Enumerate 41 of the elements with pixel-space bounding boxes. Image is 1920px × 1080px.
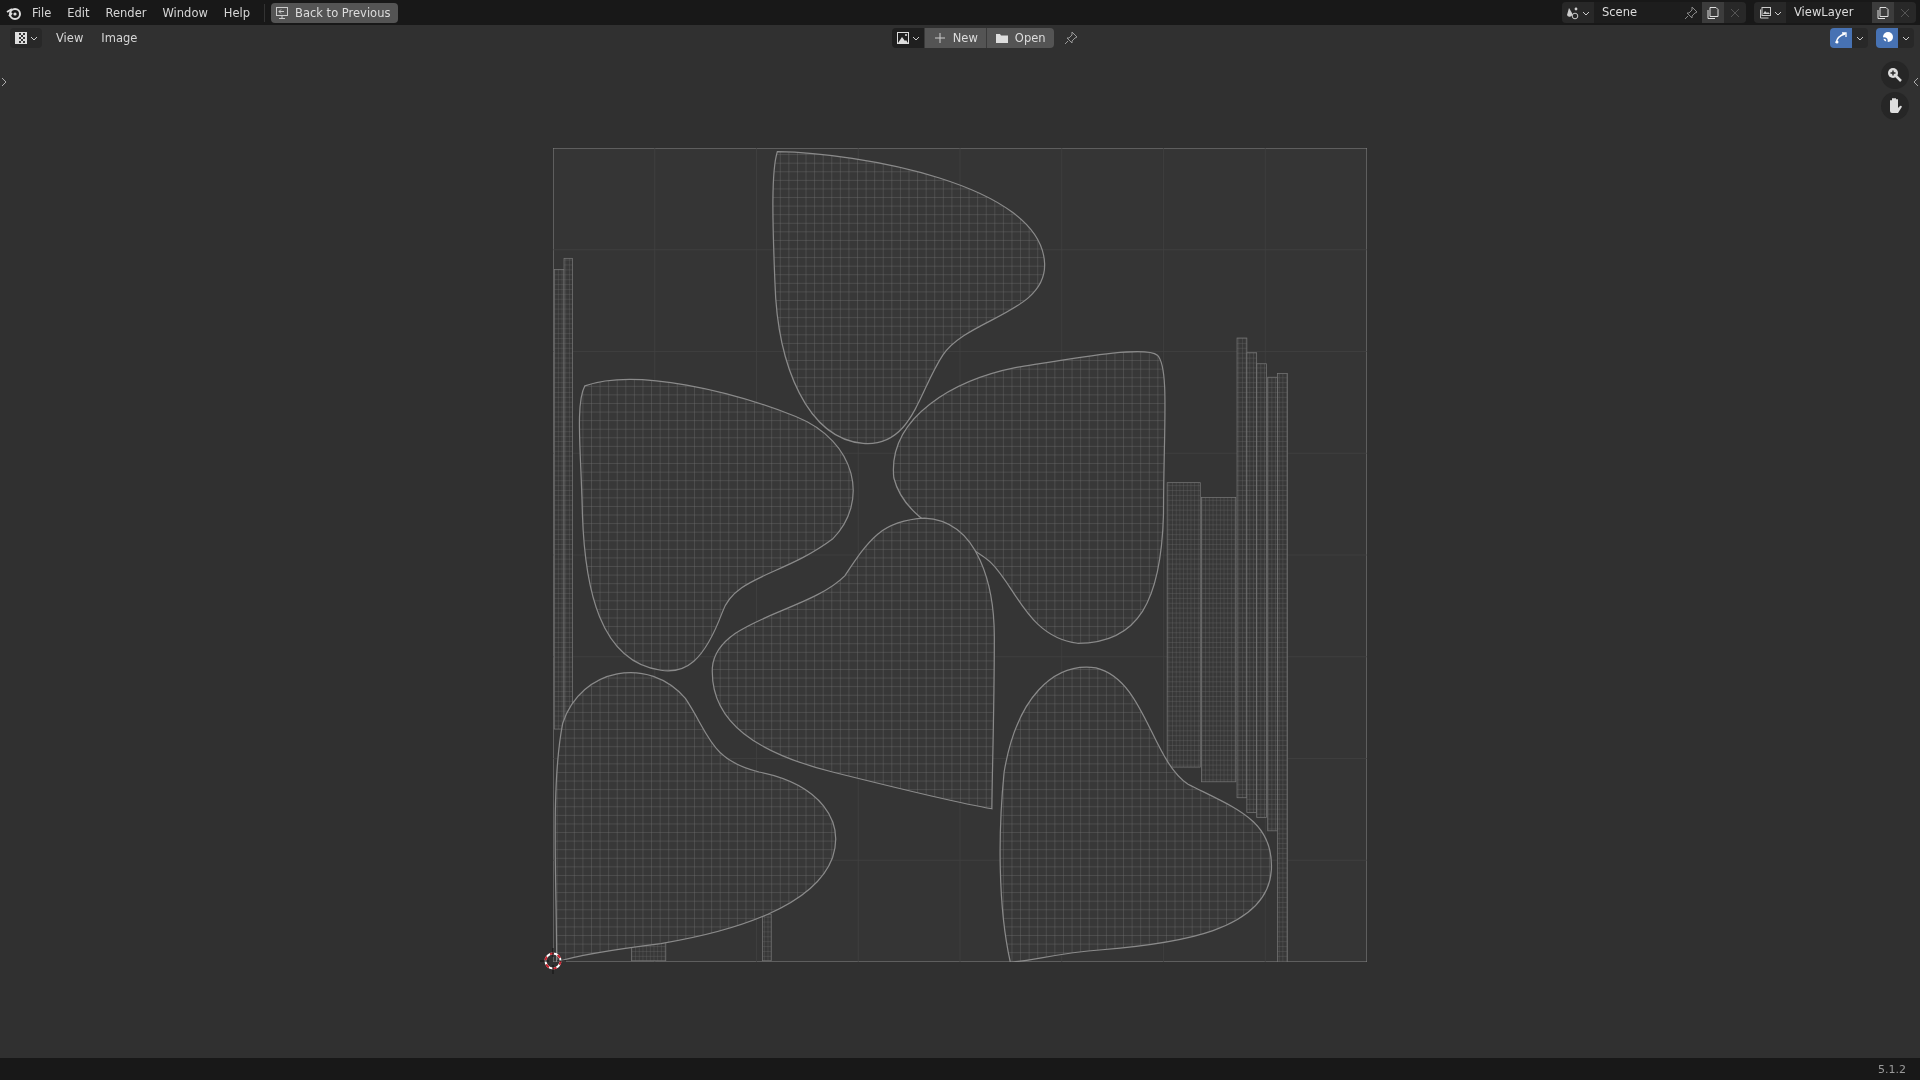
menu-item[interactable]: Render xyxy=(97,2,155,23)
folder-icon xyxy=(994,31,1009,45)
pin-icon[interactable] xyxy=(1063,31,1078,45)
plus-icon xyxy=(932,31,947,45)
copy-button[interactable] xyxy=(1702,2,1724,23)
pin-icon[interactable] xyxy=(1684,5,1698,20)
back-to-previous-button[interactable]: Back to Previous xyxy=(271,2,399,23)
overlay-icon xyxy=(1880,31,1894,45)
curve-arrow-icon xyxy=(1834,31,1848,45)
menu-item[interactable]: Help xyxy=(215,2,259,23)
checker-icon xyxy=(14,31,28,45)
cursor-icon xyxy=(538,946,568,976)
caret-icon xyxy=(1902,34,1910,42)
monitor-icon xyxy=(275,5,290,20)
copy-button[interactable] xyxy=(1872,2,1894,23)
image-stack-icon xyxy=(1758,5,1772,20)
menu-item[interactable]: Window xyxy=(154,2,216,23)
editor-type-button[interactable] xyxy=(10,28,42,48)
chevron-right-icon[interactable] xyxy=(1,77,7,87)
menu-item[interactable]: Edit xyxy=(59,2,98,23)
copy-icon xyxy=(1706,5,1720,20)
copy-icon xyxy=(1876,5,1890,20)
overlay-toggle[interactable] xyxy=(1876,28,1898,48)
scene-selector[interactable] xyxy=(1562,2,1594,23)
scene-icon xyxy=(1566,5,1580,20)
zoom-icon[interactable] xyxy=(1881,61,1909,89)
open-button[interactable]: Open xyxy=(985,28,1054,48)
new-button[interactable]: New xyxy=(923,28,986,48)
hand-icon[interactable] xyxy=(1881,92,1909,120)
snap-toggle[interactable] xyxy=(1830,28,1852,48)
image-browse-button[interactable] xyxy=(891,28,924,48)
menu-item[interactable]: View xyxy=(48,28,92,48)
chevron-left-icon[interactable] xyxy=(1913,77,1919,87)
image-icon xyxy=(895,31,910,45)
version-label: 5.1.2 xyxy=(1878,1062,1906,1076)
view-layer-selector[interactable] xyxy=(1754,2,1786,23)
menu-item[interactable]: Image xyxy=(93,28,146,48)
menu-item[interactable]: File xyxy=(24,2,60,23)
caret-icon xyxy=(911,34,920,42)
caret-icon xyxy=(1856,34,1864,42)
caret-icon xyxy=(30,34,38,42)
